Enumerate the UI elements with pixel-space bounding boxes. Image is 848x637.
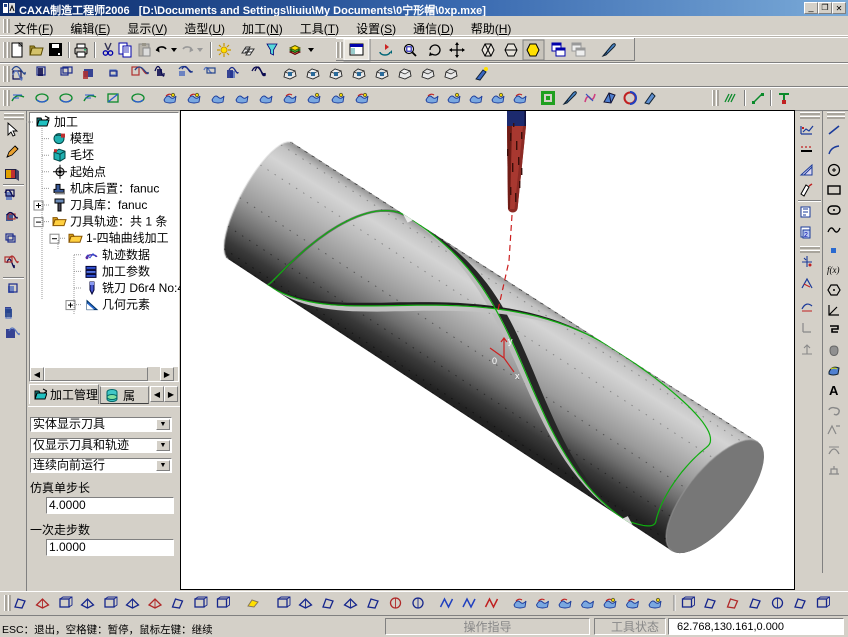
svg-text:2: 2 xyxy=(804,232,808,239)
svg-text:A: A xyxy=(829,383,839,398)
svg-text:f(x): f(x) xyxy=(827,265,840,275)
